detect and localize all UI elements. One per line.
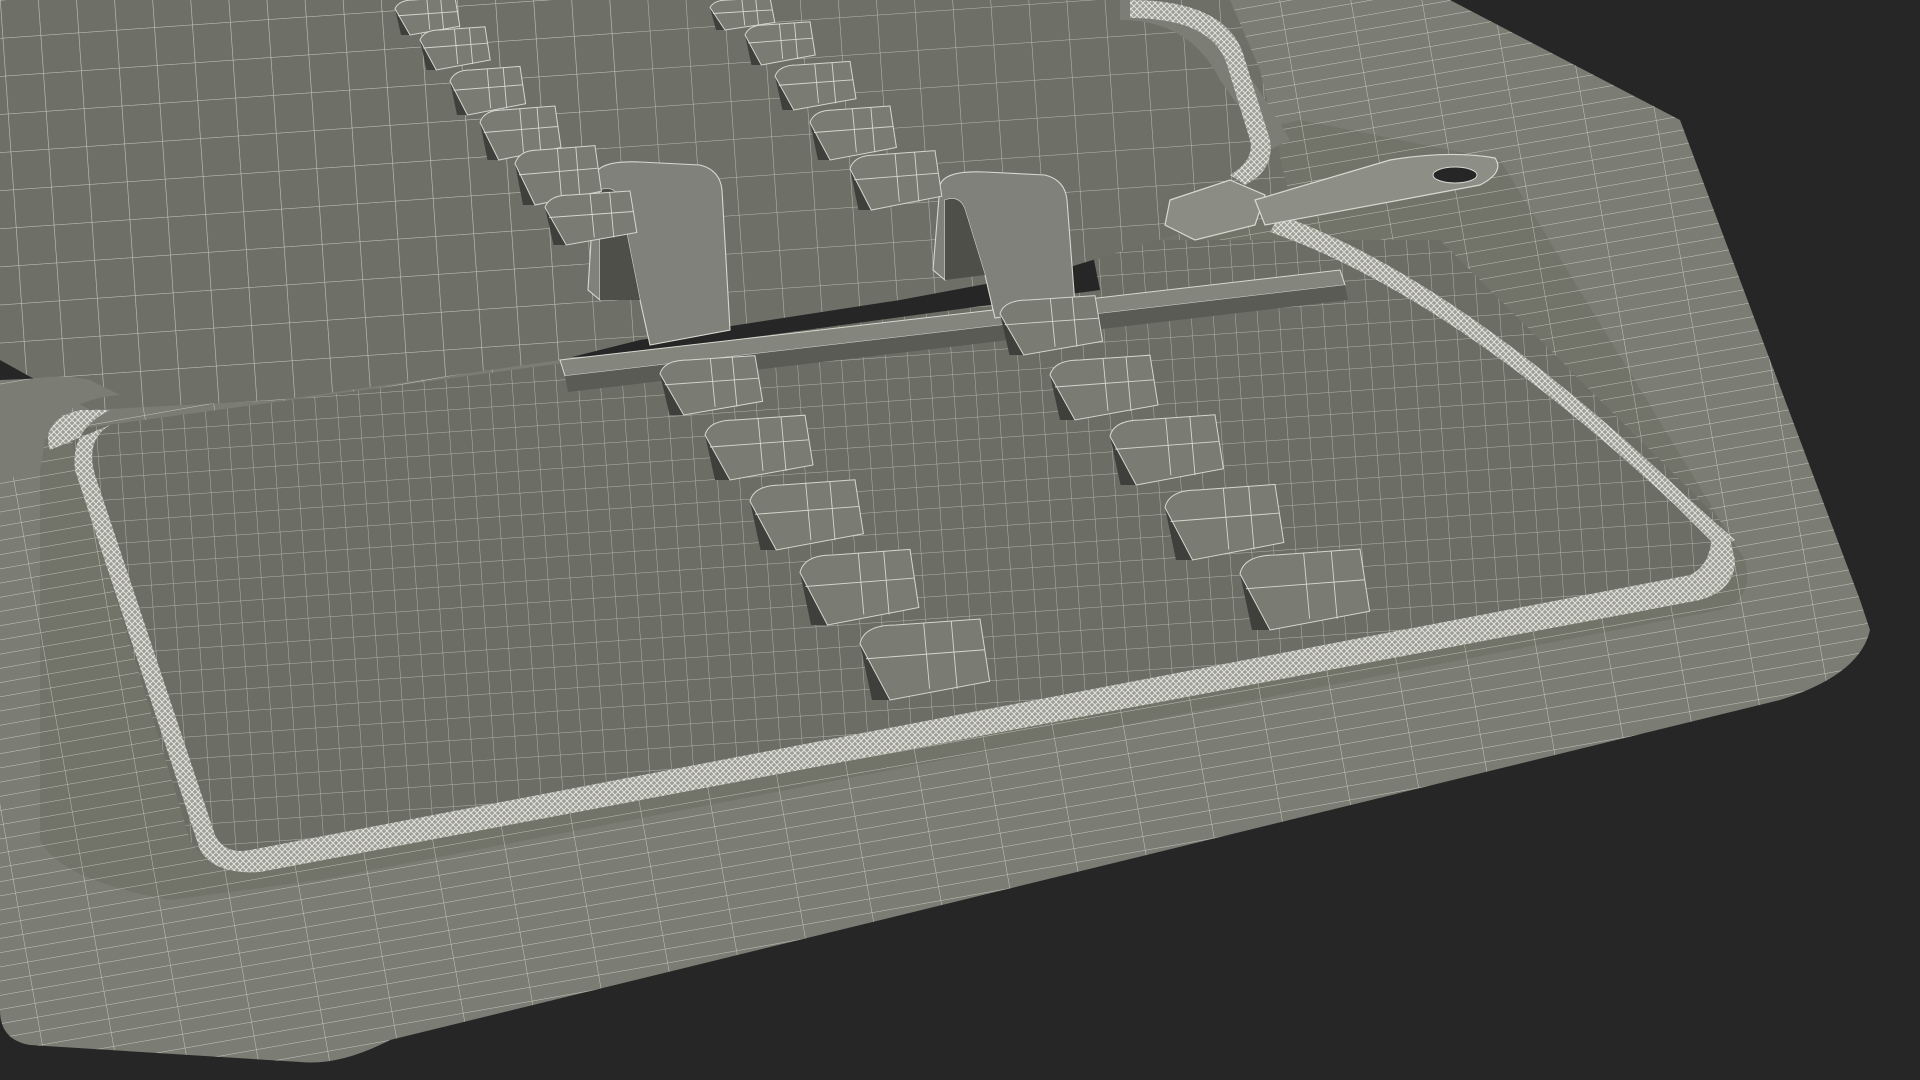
zipper-pull-hole xyxy=(1432,166,1478,184)
wireframe-render-canvas xyxy=(0,0,1920,1080)
left-floor-grid xyxy=(0,0,640,410)
